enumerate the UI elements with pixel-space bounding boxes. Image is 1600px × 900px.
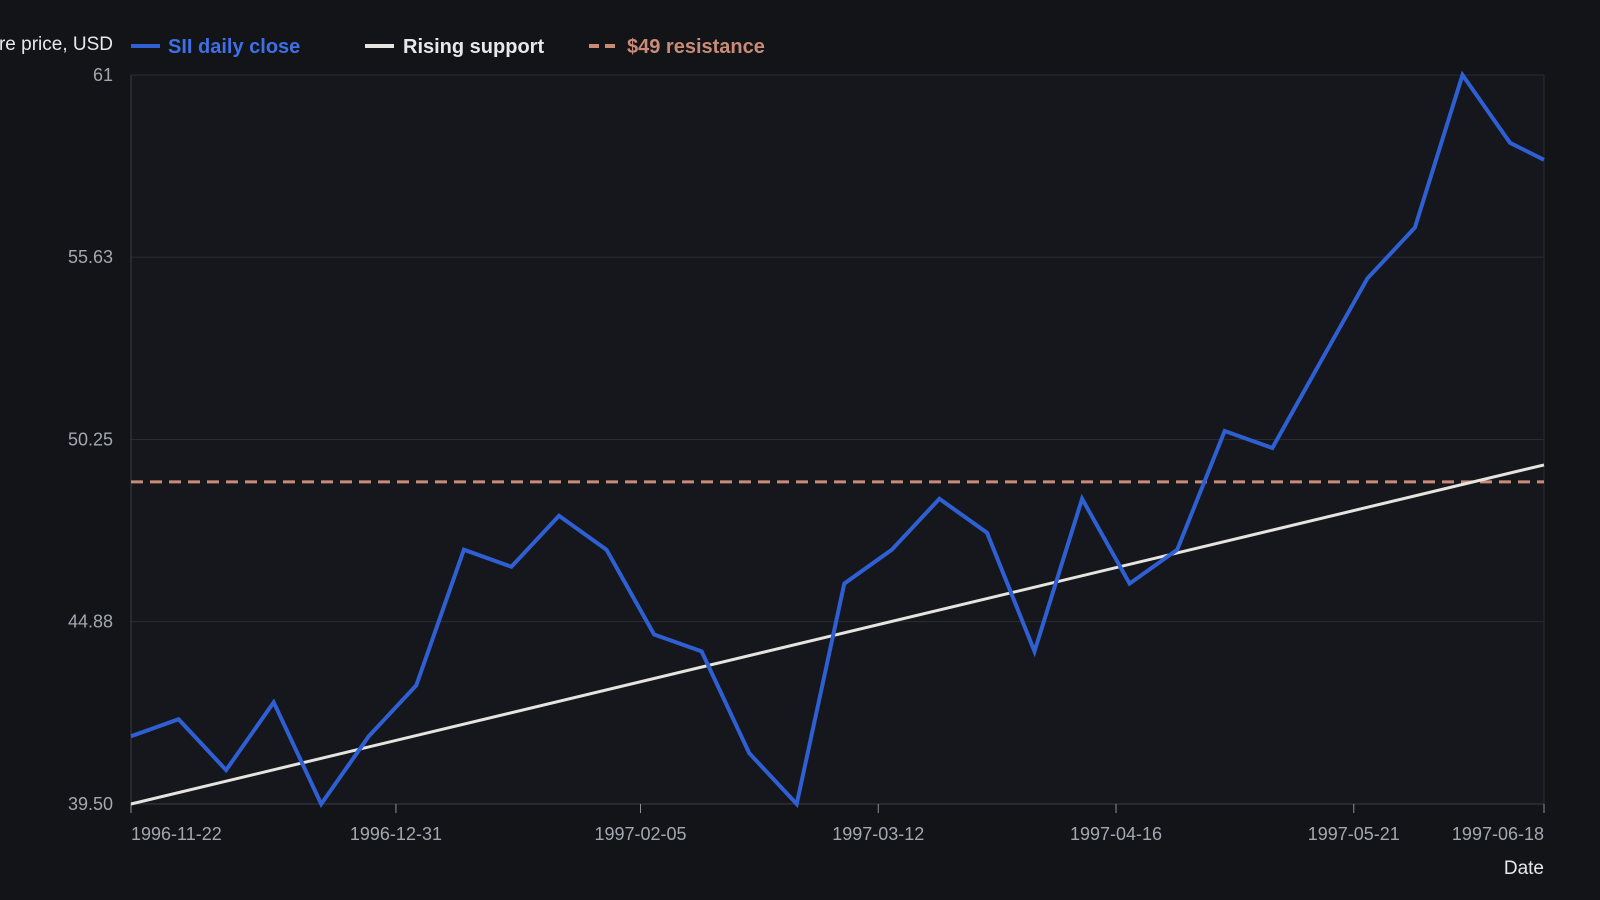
- y-tick-label: 44.88: [68, 612, 113, 632]
- x-tick-label: 1996-12-31: [350, 824, 442, 844]
- x-tick-label: 1997-03-12: [832, 824, 924, 844]
- x-tick-label: 1997-04-16: [1070, 824, 1162, 844]
- line-chart: 39.50 44.88 50.25 55.63 61 1996-11-22 1996-12…: [0, 0, 1600, 900]
- x-tick-label: 1996-11-22: [131, 824, 222, 844]
- x-tick-label: 1997-06-18: [1452, 824, 1544, 844]
- y-tick-label: 39.50: [68, 794, 113, 814]
- y-tick-label: 55.63: [68, 247, 113, 267]
- y-tick-label: 50.25: [68, 430, 113, 450]
- legend-label-resistance: $49 resistance: [627, 36, 765, 58]
- x-tick-label: 1997-05-21: [1308, 824, 1400, 844]
- x-tick-label: 1997-02-05: [594, 824, 686, 844]
- legend-label-rising-support: Rising support: [403, 36, 544, 58]
- x-axis-title: Date: [1504, 858, 1544, 879]
- y-axis-title: Share price, USD: [0, 34, 113, 55]
- legend: SII daily close Rising support $49 resis…: [131, 36, 765, 58]
- legend-label-sii-daily-close: SII daily close: [168, 36, 300, 58]
- y-tick-label: 61: [93, 65, 113, 85]
